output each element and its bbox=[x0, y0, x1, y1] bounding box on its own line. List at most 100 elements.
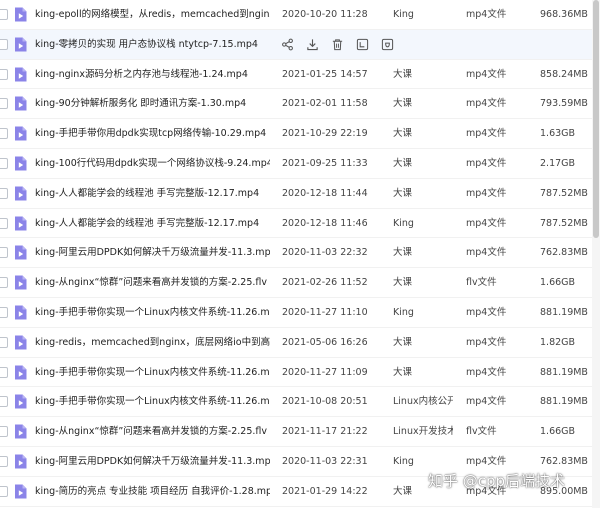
file-owner: 大课 bbox=[393, 157, 413, 169]
row-checkbox[interactable] bbox=[0, 336, 8, 348]
row-checkbox[interactable] bbox=[0, 396, 8, 408]
file-row[interactable]: king-手把手带你实现一个Linux内核文件系统-11.26.mp4 2021-… bbox=[0, 387, 600, 418]
file-row[interactable]: king-100行代码用dpdk实现一个网络协议栈-9.24.mp4 2021-0… bbox=[0, 149, 600, 179]
video-file-icon bbox=[14, 365, 27, 380]
file-date: 2020-11-27 11:10 bbox=[282, 306, 368, 318]
video-file-icon bbox=[14, 96, 27, 111]
file-type: mp4文件 bbox=[466, 157, 507, 169]
file-size: 2.17GB bbox=[540, 157, 576, 169]
scrollbar[interactable] bbox=[592, 0, 600, 508]
file-name[interactable]: king-从nginx“惊群”问题来看高并发锁的方案-2.25.flv bbox=[35, 417, 270, 447]
file-row[interactable]: king-nginx源码分析之内存池与线程池-1.24.mp4 2021-01-2… bbox=[0, 60, 600, 90]
file-size: 1.66GB bbox=[540, 277, 576, 289]
file-name[interactable]: king-100行代码用dpdk实现一个网络协议栈-9.24.mp4 bbox=[35, 149, 270, 179]
file-size: 858.24MB bbox=[540, 68, 588, 80]
file-size: 1.63GB bbox=[540, 128, 576, 140]
file-type: mp4文件 bbox=[466, 217, 507, 229]
file-owner: King bbox=[393, 9, 414, 20]
scrollbar-thumb[interactable] bbox=[593, 0, 599, 238]
row-checkbox[interactable] bbox=[0, 128, 8, 140]
delete-icon[interactable] bbox=[331, 38, 345, 52]
file-type: mp4文件 bbox=[466, 128, 507, 140]
file-type: mp4文件 bbox=[466, 396, 507, 408]
file-name[interactable]: king-90分钟解析服务化 即时通讯方案-1.30.mp4 bbox=[35, 89, 270, 119]
file-name[interactable]: king-nginx源码分析之内存池与线程池-1.24.mp4 bbox=[35, 60, 270, 90]
file-name[interactable]: king-人人都能学会的线程池 手写完整版-12.17.mp4 bbox=[35, 209, 270, 239]
file-owner: 大课 bbox=[393, 277, 413, 289]
row-checkbox[interactable] bbox=[0, 9, 8, 20]
file-name[interactable]: king-人人都能学会的线程池 手写完整版-12.17.mp4 bbox=[35, 179, 270, 209]
row-checkbox[interactable] bbox=[0, 68, 8, 80]
file-row[interactable]: king-从nginx“惊群”问题来看高并发锁的方案-2.25.flv 2021-… bbox=[0, 417, 600, 447]
file-owner: 大课 bbox=[393, 68, 413, 80]
file-owner: Linux内核公开... bbox=[393, 396, 453, 408]
file-date: 2020-11-03 22:31 bbox=[282, 455, 368, 467]
row-checkbox[interactable] bbox=[0, 366, 8, 378]
video-file-icon bbox=[14, 424, 27, 439]
file-row[interactable]: king-手把手带你实现一个Linux内核文件系统-11.26.mp4 2020-… bbox=[0, 358, 600, 388]
file-date: 2021-01-25 14:57 bbox=[282, 68, 368, 80]
file-owner: 大课 bbox=[393, 247, 413, 259]
file-date: 2020-11-03 22:32 bbox=[282, 247, 368, 259]
file-size: 1.66GB bbox=[540, 426, 576, 438]
file-name[interactable]: king-阿里云用DPDK如何解决千万级流量并发-11.3.mp4 bbox=[35, 238, 270, 268]
share-icon[interactable] bbox=[281, 38, 295, 52]
row-checkbox[interactable] bbox=[0, 217, 8, 229]
file-row[interactable]: king-手把手带你用dpdk实现tcp网络传输-10.29.mp4 2021-1… bbox=[0, 119, 600, 149]
row-checkbox[interactable] bbox=[0, 455, 8, 467]
more-icon[interactable] bbox=[381, 38, 395, 52]
video-file-icon bbox=[14, 186, 27, 201]
row-checkbox[interactable] bbox=[0, 306, 8, 318]
file-owner: 大课 bbox=[393, 187, 413, 199]
file-owner: 大课 bbox=[393, 128, 413, 140]
file-size: 793.59MB bbox=[540, 98, 588, 110]
file-row[interactable]: king-从nginx“惊群”问题来看高并发锁的方案-2.25.flv 2021-… bbox=[0, 268, 600, 298]
file-row[interactable]: king-手把手带你实现一个Linux内核文件系统-11.26.mp4 2020-… bbox=[0, 298, 600, 328]
file-name[interactable]: king-epoll的网络模型，从redis，memcached到nginx-.… bbox=[35, 0, 270, 30]
file-row[interactable]: king-零拷贝的实现 用户态协议栈 ntytcp-7.15.mp4 bbox=[0, 29, 600, 60]
file-date: 2021-05-06 16:26 bbox=[282, 336, 368, 348]
rename-icon[interactable] bbox=[356, 38, 370, 52]
file-row[interactable]: king-阿里云用DPDK如何解决千万级流量并发-11.3.mp4 2020-11… bbox=[0, 238, 600, 269]
video-file-icon bbox=[14, 305, 27, 320]
file-name[interactable]: king-手把手带你实现一个Linux内核文件系统-11.26.mp4 bbox=[35, 387, 270, 417]
row-checkbox[interactable] bbox=[0, 426, 8, 438]
download-icon[interactable] bbox=[306, 38, 320, 52]
file-type: mp4文件 bbox=[466, 366, 507, 378]
file-row[interactable]: king-90分钟解析服务化 即时通讯方案-1.30.mp4 2021-02-01… bbox=[0, 89, 600, 120]
file-name[interactable]: king-简历的亮点 专业技能 项目经历 自我评价-1.28.mp4 bbox=[35, 477, 270, 507]
file-size: 968.36MB bbox=[540, 9, 588, 20]
file-date: 2021-10-29 22:19 bbox=[282, 128, 368, 140]
row-checkbox[interactable] bbox=[0, 38, 8, 50]
file-row[interactable]: king-redis，memcached到nginx，底层网络io中到高精...… bbox=[0, 328, 600, 358]
row-checkbox[interactable] bbox=[0, 277, 8, 289]
row-checkbox[interactable] bbox=[0, 157, 8, 169]
file-row[interactable]: king-人人都能学会的线程池 手写完整版-12.17.mp4 2020-12-1… bbox=[0, 209, 600, 239]
file-date: 2020-12-18 11:46 bbox=[282, 217, 368, 229]
file-name[interactable]: king-redis，memcached到nginx，底层网络io中到高精... bbox=[35, 328, 270, 358]
row-checkbox[interactable] bbox=[0, 485, 8, 497]
row-checkbox[interactable] bbox=[0, 187, 8, 199]
file-type: mp4文件 bbox=[466, 9, 507, 20]
file-owner: 大课 bbox=[393, 336, 413, 348]
video-file-icon bbox=[14, 37, 27, 52]
file-name[interactable]: king-零拷贝的实现 用户态协议栈 ntytcp-7.15.mp4 bbox=[35, 30, 270, 60]
file-size: 881.19MB bbox=[540, 396, 588, 408]
file-row[interactable]: king-epoll的网络模型，从redis，memcached到nginx-.… bbox=[0, 0, 600, 30]
file-name[interactable]: king-从nginx“惊群”问题来看高并发锁的方案-2.25.flv bbox=[35, 268, 270, 298]
file-name[interactable]: king-手把手带你用dpdk实现tcp网络传输-10.29.mp4 bbox=[35, 119, 270, 149]
file-owner: 大课 bbox=[393, 366, 413, 378]
file-size: 787.52MB bbox=[540, 187, 588, 199]
file-name[interactable]: king-手把手带你实现一个Linux内核文件系统-11.26.mp4 bbox=[35, 298, 270, 328]
row-checkbox[interactable] bbox=[0, 247, 8, 259]
video-file-icon bbox=[14, 394, 27, 409]
file-date: 2021-11-17 21:22 bbox=[282, 426, 368, 438]
row-checkbox[interactable] bbox=[0, 98, 8, 110]
file-row[interactable]: king-人人都能学会的线程池 手写完整版-12.17.mp4 2020-12-1… bbox=[0, 179, 600, 209]
file-name[interactable]: king-阿里云用DPDK如何解决千万级流量并发-11.3.mp4 bbox=[35, 447, 270, 477]
file-type: mp4文件 bbox=[466, 98, 507, 110]
file-owner: King bbox=[393, 306, 414, 318]
file-name[interactable]: king-手把手带你实现一个Linux内核文件系统-11.26.mp4 bbox=[35, 358, 270, 388]
file-type: mp4文件 bbox=[466, 187, 507, 199]
file-owner: 大课 bbox=[393, 98, 413, 110]
